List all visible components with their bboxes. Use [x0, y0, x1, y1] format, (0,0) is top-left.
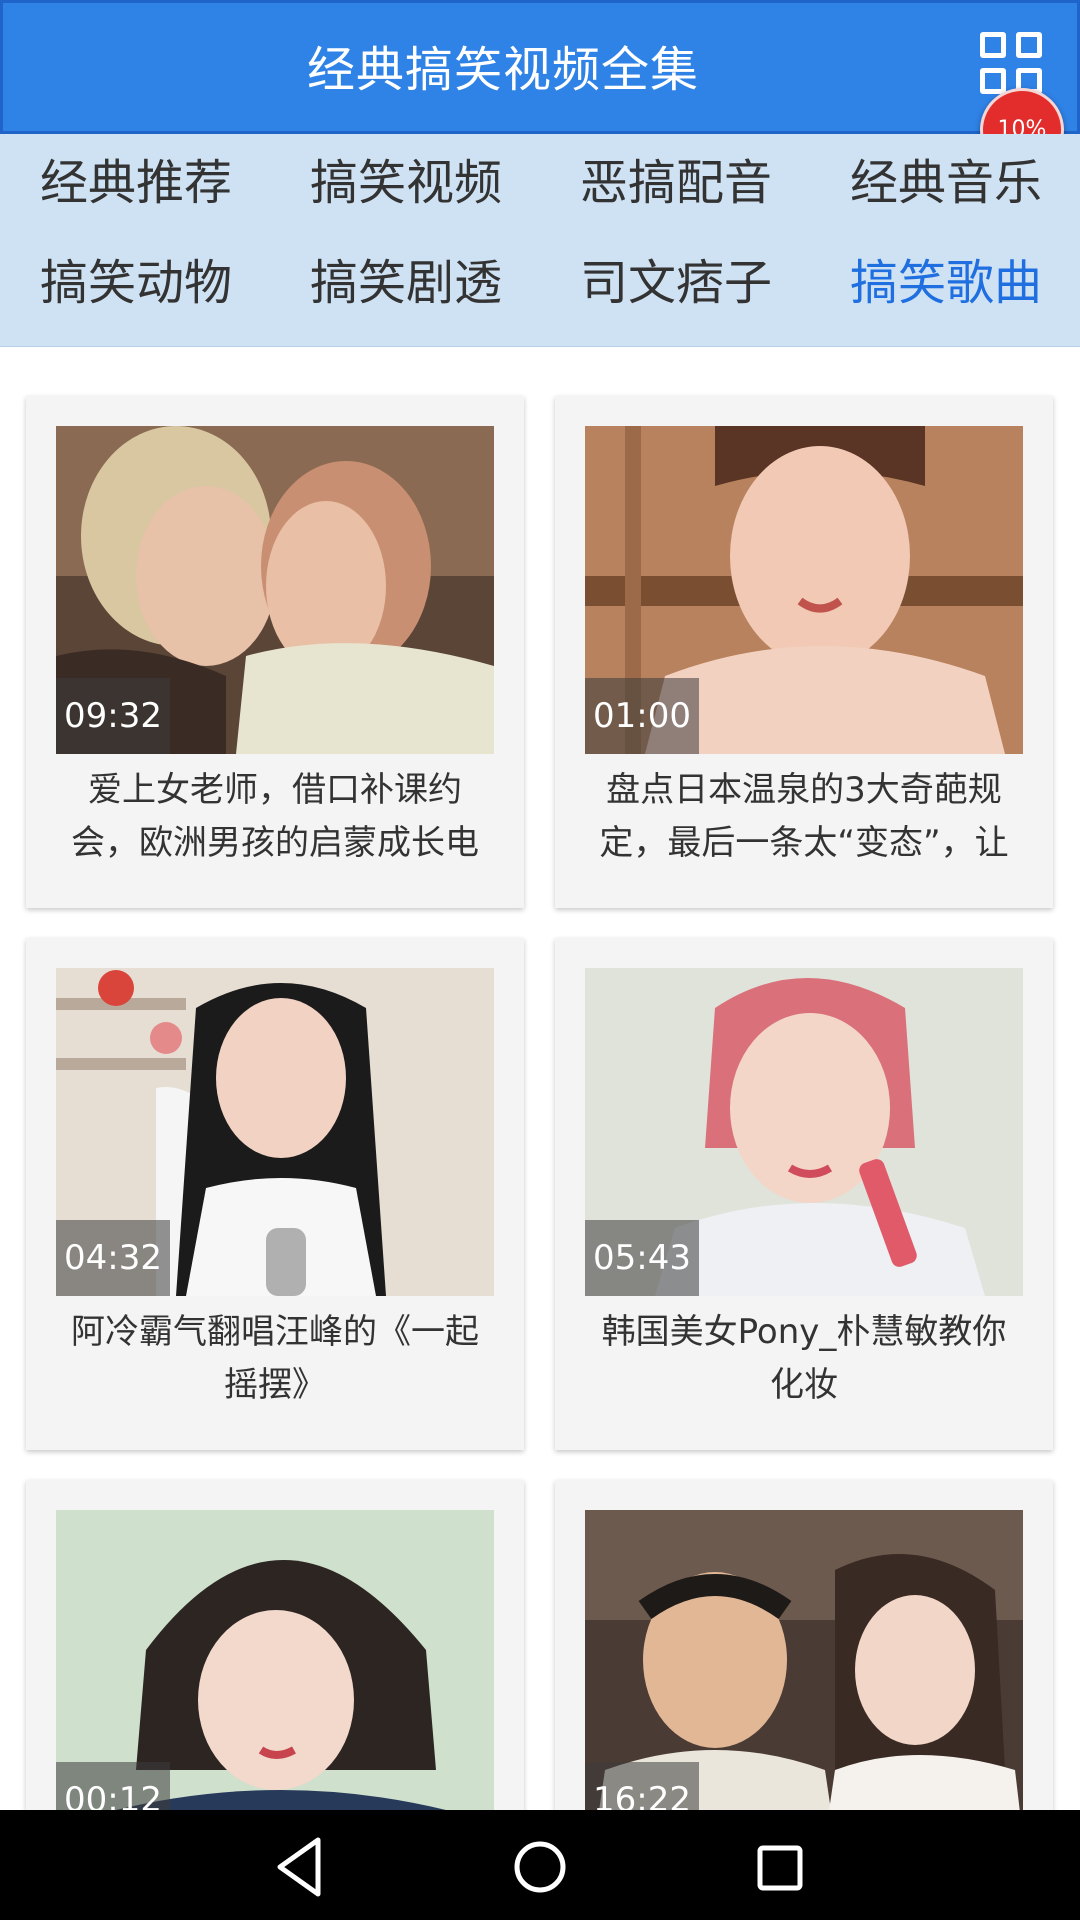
duration-label: 04:32 [56, 1220, 170, 1296]
video-thumbnail[interactable]: 05:43 [585, 968, 1023, 1296]
video-thumbnail[interactable]: 00:12 [56, 1510, 494, 1810]
tab-funny-spoilers[interactable]: 搞笑剧透 [310, 248, 502, 318]
duration-label: 16:22 [585, 1762, 699, 1810]
video-card[interactable]: 00:12 [26, 1480, 524, 1810]
tab-funny-videos[interactable]: 搞笑视频 [310, 148, 502, 218]
video-thumbnail[interactable]: 16:22 [585, 1510, 1023, 1810]
video-title: 韩国美女Pony_朴慧敏教你化妆 [601, 1312, 1007, 1405]
category-tabs: 经典推荐 搞笑视频 恶搞配音 经典音乐 搞笑动物 搞笑剧透 司文痞子 搞笑歌曲 [0, 134, 1080, 347]
video-title: 盘点日本温泉的3大奇葩规定，最后一条太“变态”，让 [599, 770, 1009, 863]
tab-funny-animals[interactable]: 搞笑动物 [40, 248, 232, 318]
app-header: 经典搞笑视频全集 [0, 0, 1080, 134]
back-triangle-icon[interactable] [277, 1837, 321, 1897]
tab-funny-songs[interactable]: 搞笑歌曲 [850, 248, 1042, 318]
system-navigation-bar [0, 1810, 1080, 1920]
video-title: 爱上女老师，借口补课约会，欧洲男孩的启蒙成长电 [71, 770, 479, 863]
video-title: 阿冷霸气翻唱汪峰的《一起摇摆》 [71, 1312, 479, 1405]
duration-label: 00:12 [56, 1762, 170, 1810]
tab-spoof-dubbing[interactable]: 恶搞配音 [580, 148, 772, 218]
video-grid: 09:32 爱上女老师，借口补课约会，欧洲男孩的启蒙成长电 01:00 盘点日本… [0, 346, 1080, 1810]
app-title: 经典搞笑视频全集 [306, 42, 699, 98]
video-card[interactable]: 04:32 阿冷霸气翻唱汪峰的《一起摇摆》 [26, 938, 524, 1450]
video-card[interactable]: 16:22 [555, 1480, 1053, 1810]
tab-classic-music[interactable]: 经典音乐 [850, 148, 1042, 218]
recents-square-icon[interactable] [757, 1845, 803, 1891]
duration-label: 09:32 [56, 678, 170, 754]
video-card[interactable]: 01:00 盘点日本温泉的3大奇葩规定，最后一条太“变态”，让 [555, 396, 1053, 908]
tab-classic-recommend[interactable]: 经典推荐 [40, 148, 232, 218]
video-thumbnail[interactable]: 01:00 [585, 426, 1023, 754]
video-thumbnail[interactable]: 04:32 [56, 968, 494, 1296]
duration-label: 01:00 [585, 678, 699, 754]
home-circle-icon[interactable] [514, 1841, 566, 1893]
video-card[interactable]: 09:32 爱上女老师，借口补课约会，欧洲男孩的启蒙成长电 [26, 396, 524, 908]
tab-siwen-pizi[interactable]: 司文痞子 [580, 248, 772, 318]
duration-label: 05:43 [585, 1220, 699, 1296]
video-card[interactable]: 05:43 韩国美女Pony_朴慧敏教你化妆 [555, 938, 1053, 1450]
video-thumbnail[interactable]: 09:32 [56, 426, 494, 754]
